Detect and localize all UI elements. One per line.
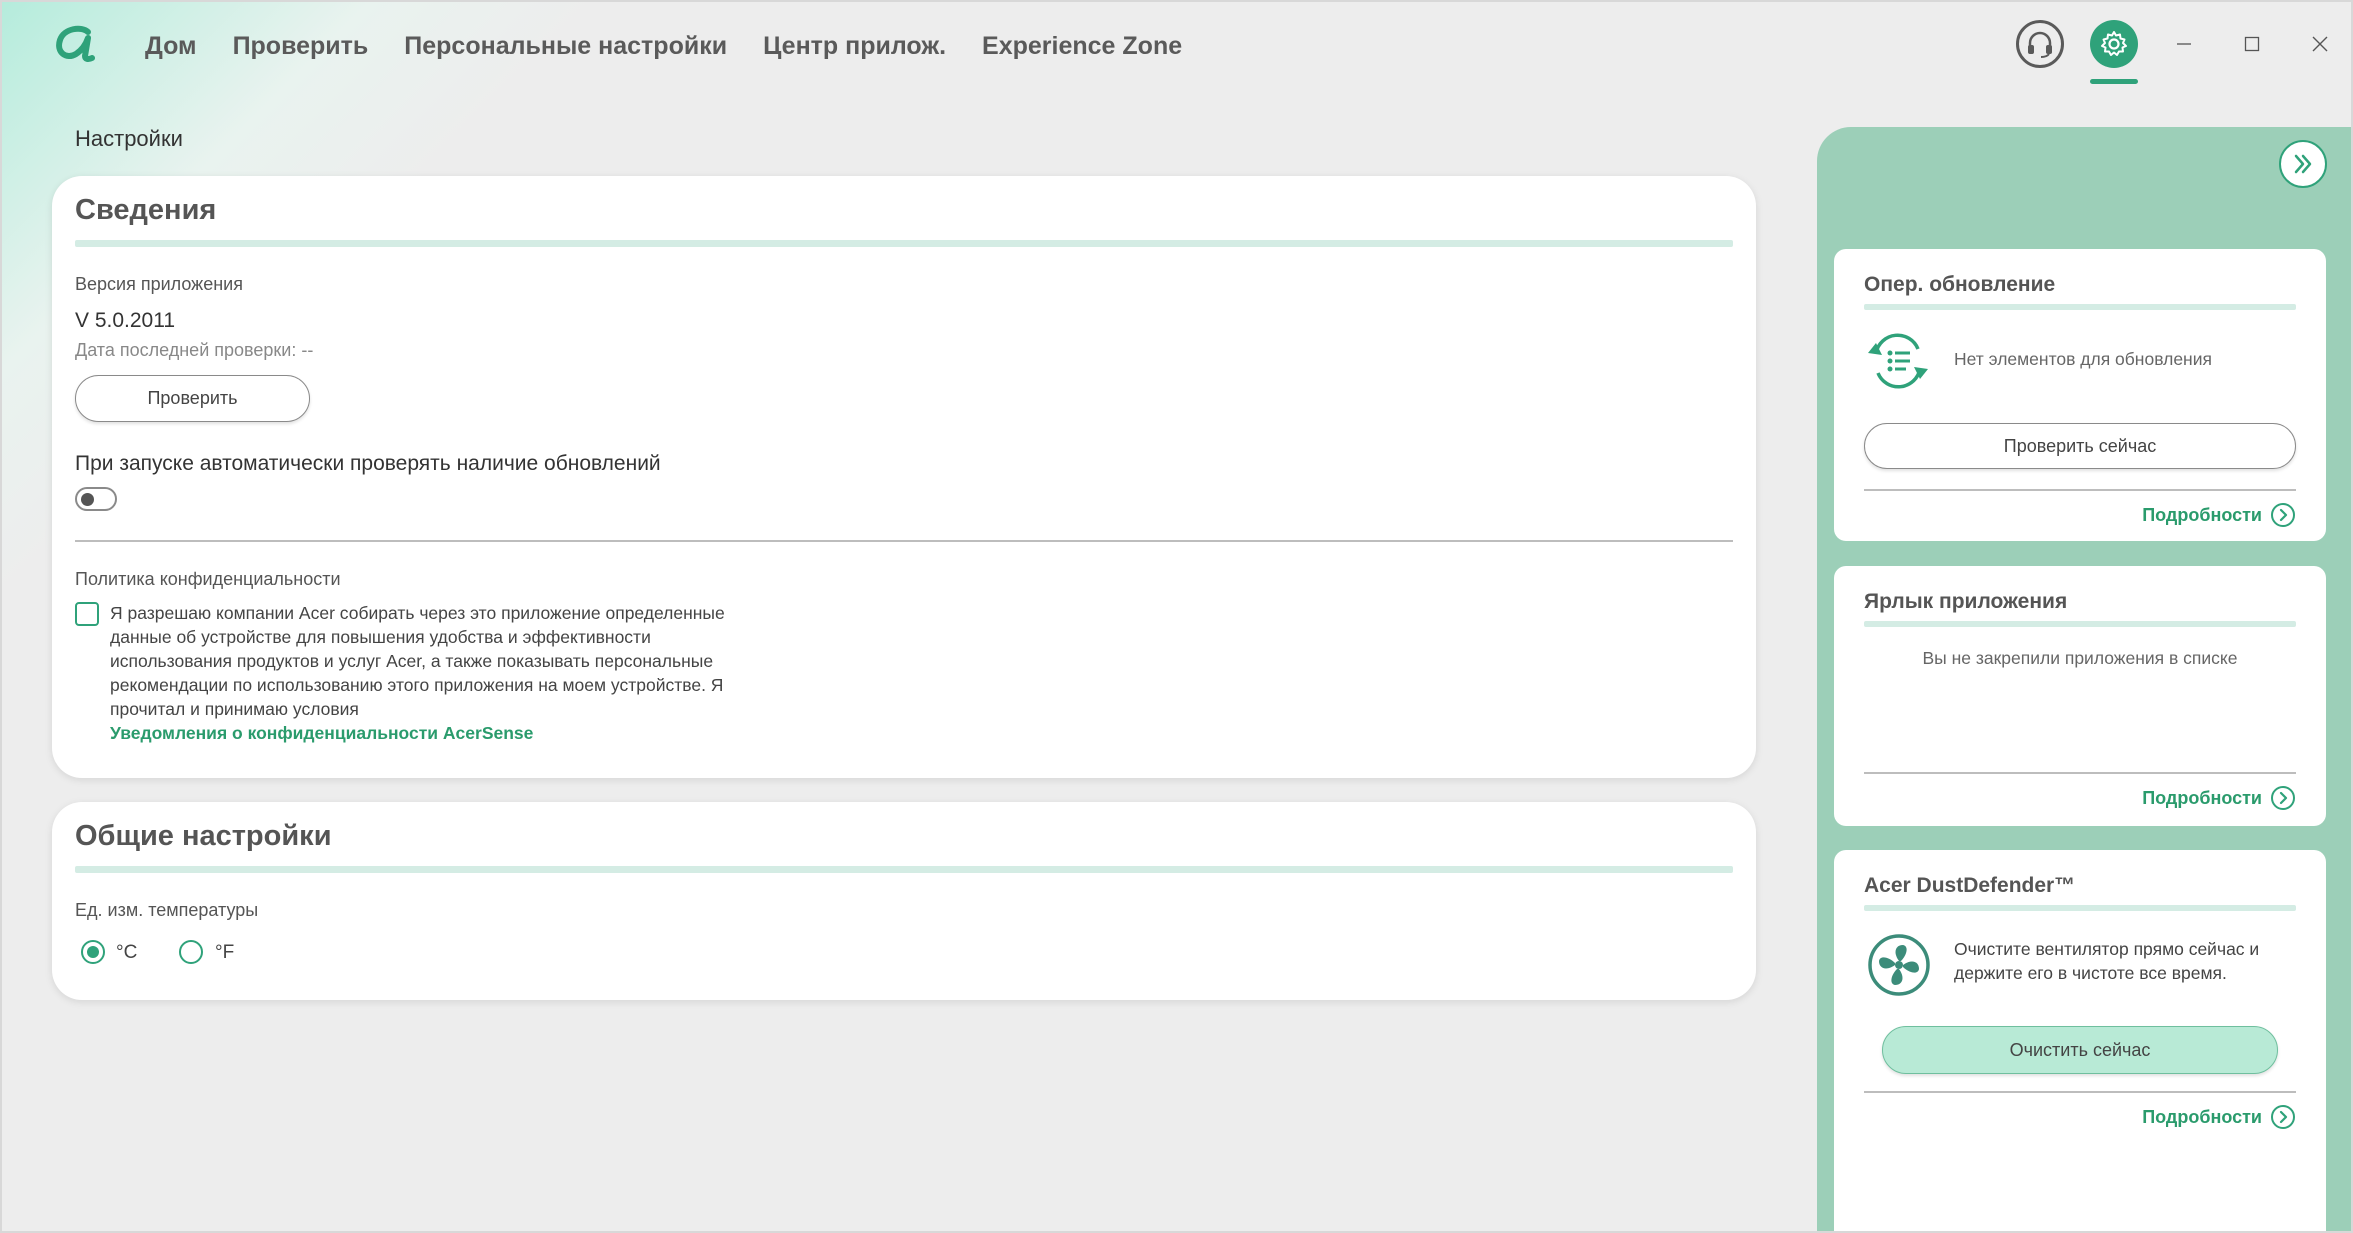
version-label: Версия приложения [75,274,243,294]
update-sync-icon [1868,333,1928,389]
shortcut-details-link[interactable]: Подробности [2142,785,2296,811]
maximize-icon [2244,36,2260,52]
check-now-button[interactable]: Проверить сейчас [1864,423,2296,469]
last-check-date: Дата последней проверки: -- [75,340,314,360]
fahrenheit-label: °F [215,942,235,963]
title-underline [1864,621,2296,627]
title-underline [75,240,1733,247]
live-update-card: Опер. обновление Нет элементов для обнов… [1834,249,2326,541]
section-divider [75,540,1733,542]
privacy-notice-link[interactable]: Уведомления о конфиденциальности AcerSen… [110,723,533,743]
toggle-knob [81,493,94,506]
general-card-title: Общие настройки [75,820,332,852]
radio-fahrenheit[interactable] [179,940,203,964]
top-bar: Дом Проверить Персональные настройки Цен… [2,2,2351,88]
dust-details-link[interactable]: Подробности [2142,1104,2296,1130]
collapse-panel-button[interactable] [2279,140,2327,188]
support-button[interactable] [2016,20,2064,68]
double-chevron-right-icon [2294,154,2312,174]
fan-icon [1868,934,1930,996]
nav-item-personal-settings[interactable]: Персональные настройки [404,26,727,66]
minimize-icon [2177,43,2191,45]
card-separator [1864,772,2296,774]
privacy-consent-text: Я разрешаю компании Acer собирать через … [110,601,730,745]
nav-item-home[interactable]: Дом [145,26,197,66]
gear-icon [2101,31,2127,56]
breadcrumb: Настройки [75,126,183,151]
nav-item-check[interactable]: Проверить [233,26,369,66]
title-underline [1864,304,2296,310]
title-underline [75,866,1733,873]
clean-now-button[interactable]: Очистить сейчас [1882,1026,2278,1074]
title-underline [1864,905,2296,911]
details-label: Подробности [2142,1106,2262,1127]
chevron-right-circle-icon [2271,503,2295,527]
settings-button[interactable] [2090,20,2138,68]
info-card: Сведения Версия приложения V 5.0.2011 Да… [52,176,1756,778]
celsius-label: °C [116,942,138,963]
nav-item-experience-zone[interactable]: Experience Zone [982,26,1182,66]
details-label: Подробности [2142,504,2262,525]
update-status: Нет элементов для обновления [1954,349,2212,369]
close-button[interactable] [2300,24,2340,64]
details-label: Подробности [2142,787,2262,808]
app-window: Дом Проверить Персональные настройки Цен… [0,0,2353,1233]
privacy-label: Политика конфиденциальности [75,569,341,589]
privacy-consent-checkbox[interactable] [75,602,99,626]
shortcut-empty-message: Вы не закрепили приложения в списке [1922,648,2238,668]
version-value: V 5.0.2011 [75,309,176,332]
headset-icon [2028,31,2052,58]
card-separator [1864,1091,2296,1093]
dust-defender-text: Очистите вентилятор прямо сейчас и держи… [1954,939,2260,983]
dust-defender-card: Acer DustDefender™ Очистите вентилятор п… [1834,850,2326,1231]
privacy-consent-body: Я разрешаю компании Acer собирать через … [110,603,725,719]
app-shortcut-title: Ярлык приложения [1864,590,2068,613]
radio-celsius[interactable] [81,940,105,964]
auto-check-label: При запуске автоматически проверять нали… [75,452,661,475]
chevron-right-circle-icon [2271,1105,2295,1129]
card-separator [1864,489,2296,491]
nav-item-app-center[interactable]: Центр прилож. [763,26,946,66]
side-panel: Опер. обновление Нет элементов для обнов… [1817,127,2351,1231]
radio-selected-dot [87,946,99,958]
check-updates-button[interactable]: Проверить [75,375,310,422]
general-settings-card: Общие настройки Ед. изм. температуры °C … [52,802,1756,1000]
temperature-unit-label: Ед. изм. температуры [75,900,259,920]
chevron-right-circle-icon [2271,786,2295,810]
live-update-title: Опер. обновление [1864,273,2056,296]
info-card-title: Сведения [75,194,217,226]
dust-defender-title: Acer DustDefender™ [1864,874,2076,897]
acer-logo [56,25,95,63]
minimize-button[interactable] [2164,24,2204,64]
update-details-link[interactable]: Подробности [2142,502,2296,528]
main-nav: Дом Проверить Персональные настройки Цен… [145,26,1182,66]
settings-active-indicator [2090,79,2138,84]
close-icon [2312,36,2328,52]
auto-check-toggle[interactable] [75,487,117,511]
maximize-button[interactable] [2232,24,2272,64]
app-shortcut-card: Ярлык приложения Вы не закрепили приложе… [1834,566,2326,826]
